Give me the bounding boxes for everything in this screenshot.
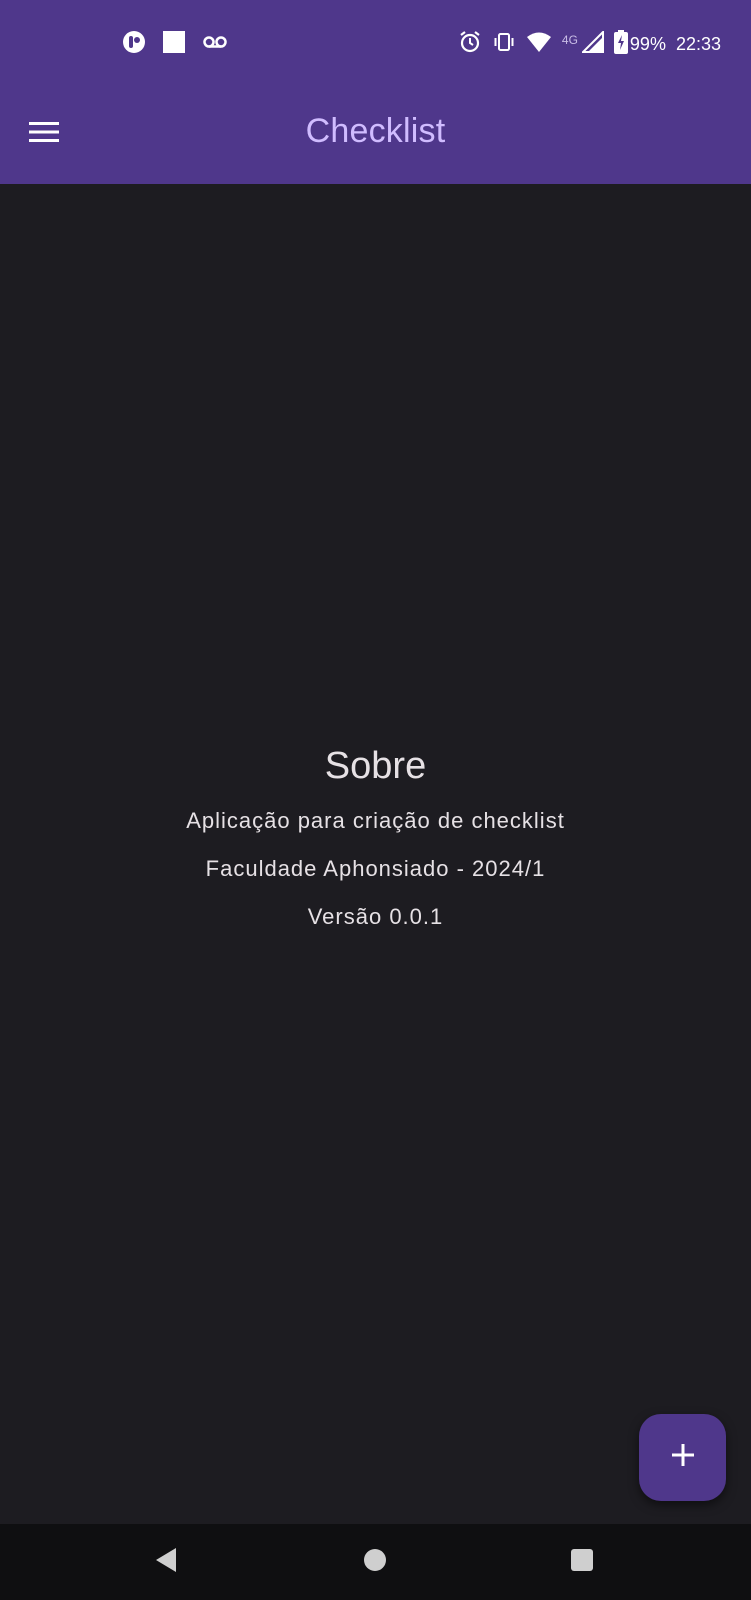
status-time: 22:33 — [675, 33, 721, 54]
system-navigation-bar — [0, 1524, 751, 1600]
wifi-icon — [526, 31, 552, 58]
nav-back-button[interactable] — [128, 1524, 204, 1600]
status-bar: 4G 99% 22:33 — [0, 0, 751, 86]
nav-recents-button[interactable] — [544, 1524, 620, 1600]
back-icon — [154, 1547, 178, 1578]
status-bar-system: 4G 99% 22:33 — [458, 29, 721, 59]
app-notification-icon — [122, 30, 146, 59]
battery-charging-icon — [613, 29, 628, 59]
app-title: Checklist — [305, 112, 446, 150]
network-type-label: 4G — [561, 33, 578, 47]
recents-icon — [570, 1548, 594, 1577]
about-institution: Faculdade Aphonsiado - 2024/1 — [205, 856, 546, 881]
vibrate-icon — [492, 30, 516, 59]
alarm-icon — [458, 30, 482, 59]
main-content: Sobre Aplicação para criação de checklis… — [0, 184, 751, 1524]
voicemail-icon — [202, 32, 228, 57]
home-icon — [363, 1548, 387, 1577]
square-notification-icon — [162, 30, 186, 59]
status-bar-notifications — [122, 30, 228, 58]
about-section: Sobre Aplicação para criação de checklis… — [0, 744, 751, 950]
about-description: Aplicação para criação de checklist — [186, 808, 565, 833]
about-version: Versão 0.0.1 — [307, 904, 444, 929]
cellular-signal-icon — [580, 29, 604, 58]
add-checklist-fab[interactable] — [639, 1414, 726, 1501]
battery-percentage: 99% — [629, 33, 666, 54]
app-bar: Checklist — [0, 86, 751, 184]
plus-icon — [670, 1442, 696, 1473]
nav-home-button[interactable] — [337, 1524, 413, 1600]
about-title: Sobre — [324, 745, 427, 787]
screen: 4G 99% 22:33 Checklist Sobre Aplicação p… — [0, 0, 751, 1600]
